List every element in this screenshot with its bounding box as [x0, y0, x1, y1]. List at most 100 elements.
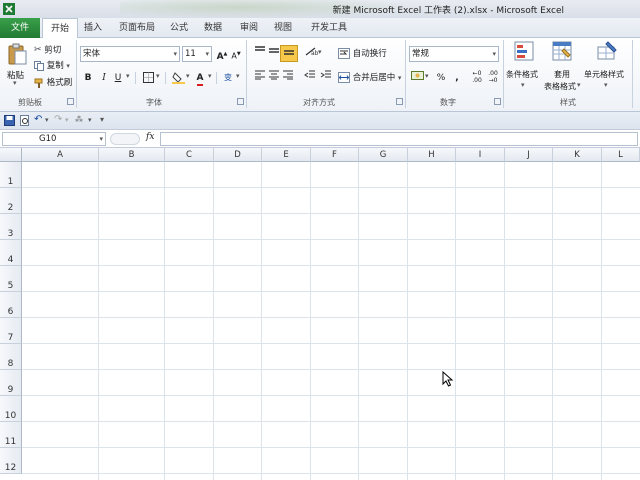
percent-button[interactable]: %	[433, 70, 449, 86]
formula-input[interactable]	[160, 132, 638, 146]
conditional-formatting-button[interactable]: 条件格式 ▾	[506, 41, 542, 95]
paste-dropdown-arrow[interactable]: ▾	[13, 79, 17, 87]
merge-cells-icon	[338, 72, 350, 83]
align-right-button[interactable]	[280, 70, 296, 86]
merge-dropdown-arrow[interactable]: ▾	[398, 74, 402, 82]
table-format-dropdown-arrow[interactable]: ▾	[577, 81, 581, 89]
gridline	[22, 447, 640, 448]
format-as-table-button[interactable]: 套用 表格格式 ▾	[544, 41, 581, 95]
formula-bar-splitter[interactable]	[110, 133, 140, 145]
column-header[interactable]: G	[359, 148, 408, 162]
redo-icon[interactable]: ↷	[54, 114, 62, 125]
tab-file[interactable]: 文件	[0, 18, 40, 38]
row-header[interactable]: 6	[0, 292, 22, 318]
save-icon[interactable]	[4, 115, 15, 126]
underline-button[interactable]: U	[110, 70, 126, 86]
font-size-select[interactable]: 11 ▾	[182, 46, 212, 62]
alignment-group-label: 对齐方式	[303, 98, 335, 107]
copy-button[interactable]: 复制 ▾	[34, 58, 70, 74]
print-preview-icon[interactable]	[19, 115, 30, 126]
customize-qat-icon[interactable]: ▾	[100, 115, 104, 124]
format-painter-button[interactable]: 格式刷	[34, 75, 72, 91]
excel-app-icon[interactable]	[2, 2, 16, 16]
cell-styles-button[interactable]: 单元格样式 ▾	[584, 41, 630, 95]
row-header[interactable]: 12	[0, 448, 22, 474]
row-header[interactable]: 2	[0, 188, 22, 214]
row-header[interactable]: 3	[0, 214, 22, 240]
fill-color-dropdown-arrow[interactable]: ▾	[186, 72, 190, 80]
tab-data[interactable]: 数据	[200, 18, 226, 38]
column-header[interactable]: K	[553, 148, 602, 162]
borders-button[interactable]	[140, 70, 156, 86]
row-header[interactable]: 11	[0, 422, 22, 448]
column-header[interactable]: F	[311, 148, 359, 162]
shapes-dropdown-arrow[interactable]: ▾	[88, 116, 92, 124]
font-color-dropdown-arrow[interactable]: ▾	[208, 72, 212, 80]
accounting-dropdown-arrow[interactable]: ▾	[425, 72, 429, 80]
tab-developer[interactable]: 开发工具	[306, 18, 352, 38]
number-launcher-icon[interactable]	[494, 98, 501, 105]
fill-color-button[interactable]	[170, 70, 186, 86]
undo-dropdown-arrow[interactable]: ▾	[45, 116, 49, 124]
bold-button[interactable]: B	[80, 70, 96, 86]
column-header[interactable]: C	[165, 148, 214, 162]
tab-insert[interactable]: 插入	[80, 18, 106, 38]
cut-button[interactable]: ✂ 剪切	[34, 42, 61, 58]
tab-page-layout[interactable]: 页面布局	[112, 18, 162, 38]
column-header[interactable]: B	[99, 148, 165, 162]
comma-button[interactable]: ,	[449, 70, 465, 86]
tab-home[interactable]: 开始	[42, 18, 78, 39]
column-header[interactable]: E	[262, 148, 311, 162]
column-header[interactable]: A	[22, 148, 99, 162]
worksheet-grid[interactable]: A B C D E F G H I J K L 1 2 3 4 5 6 7 8 …	[0, 148, 640, 480]
orientation-dropdown-arrow[interactable]: ▾	[318, 48, 322, 56]
styles-group-label: 样式	[560, 98, 576, 107]
font-name-select[interactable]: 宋体 ▾	[80, 46, 180, 62]
clipboard-launcher-icon[interactable]	[67, 98, 74, 105]
align-bottom-button[interactable]	[280, 45, 298, 62]
align-right-icon	[283, 70, 293, 80]
underline-dropdown-arrow[interactable]: ▾	[126, 72, 130, 80]
tab-review[interactable]: 审阅	[236, 18, 262, 38]
column-header[interactable]: J	[505, 148, 553, 162]
row-header[interactable]: 9	[0, 370, 22, 396]
row-header[interactable]: 5	[0, 266, 22, 292]
font-color-button[interactable]: A	[192, 70, 208, 86]
accounting-format-button[interactable]	[409, 70, 425, 86]
borders-dropdown-arrow[interactable]: ▾	[156, 72, 160, 80]
alignment-launcher-icon[interactable]	[396, 98, 403, 105]
merge-center-button[interactable]: 合并后居中 ▾	[338, 70, 401, 86]
phonetic-button[interactable]: 变	[220, 70, 236, 86]
undo-icon[interactable]: ↶	[34, 114, 42, 125]
increase-indent-button[interactable]	[318, 70, 334, 86]
row-header[interactable]: 7	[0, 318, 22, 344]
conditional-dropdown-arrow[interactable]: ▾	[521, 81, 525, 89]
shrink-font-button[interactable]: A▼	[228, 46, 244, 62]
paste-button[interactable]: 粘贴 ▾	[4, 42, 30, 87]
select-all-corner[interactable]	[0, 148, 22, 162]
copy-dropdown-arrow[interactable]: ▾	[66, 62, 70, 70]
number-format-select[interactable]: 常规 ▾	[409, 46, 499, 62]
copy-label: 复制	[46, 61, 64, 71]
column-header[interactable]: D	[214, 148, 262, 162]
row-header[interactable]: 8	[0, 344, 22, 370]
tab-view[interactable]: 视图	[270, 18, 296, 38]
phonetic-dropdown-arrow[interactable]: ▾	[236, 72, 240, 80]
cell-styles-dropdown-arrow[interactable]: ▾	[604, 81, 608, 89]
row-header[interactable]: 1	[0, 162, 22, 188]
column-header[interactable]: L	[602, 148, 640, 162]
column-header[interactable]: I	[456, 148, 505, 162]
font-launcher-icon[interactable]	[237, 98, 244, 105]
row-header[interactable]: 4	[0, 240, 22, 266]
shapes-icon[interactable]: ⁂	[75, 115, 83, 124]
row-header[interactable]: 10	[0, 396, 22, 422]
decrease-decimal-button[interactable]: .00 →0	[485, 70, 501, 86]
wrap-text-button[interactable]: 自动换行	[338, 46, 387, 62]
decrease-indent-button[interactable]	[302, 70, 318, 86]
column-header[interactable]: H	[408, 148, 456, 162]
name-box[interactable]: G10 ▾	[2, 132, 106, 146]
increase-decimal-button[interactable]: ←0.00	[469, 70, 485, 86]
tab-formulas[interactable]: 公式	[166, 18, 192, 38]
redo-dropdown-arrow[interactable]: ▾	[65, 116, 69, 124]
insert-function-button[interactable]: fx	[146, 132, 154, 142]
